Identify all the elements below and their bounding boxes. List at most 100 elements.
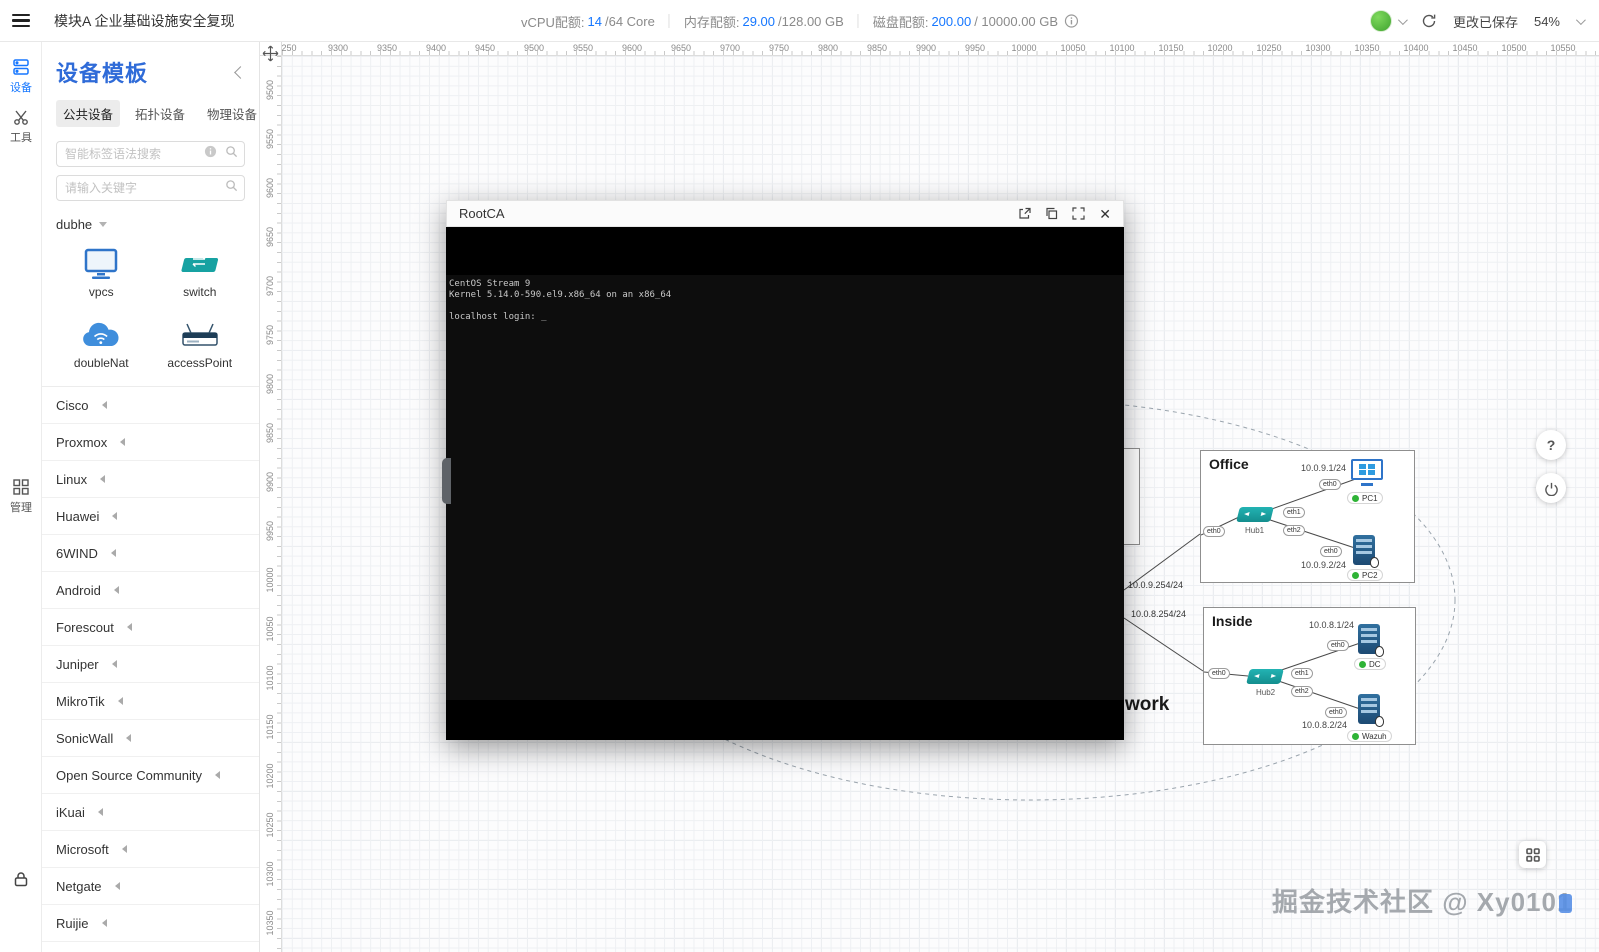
node-badge-wazuh[interactable]: Wazuh bbox=[1347, 730, 1392, 742]
device-group-dubhe[interactable]: dubhe bbox=[42, 213, 259, 236]
pc2-server-icon[interactable] bbox=[1353, 535, 1379, 568]
uplink-ip-label: 10.0.9.254/24 bbox=[1128, 580, 1184, 590]
collapsed-caret-icon bbox=[114, 882, 120, 890]
rail-label-devices: 设备 bbox=[10, 82, 32, 94]
device-group-linux[interactable]: Linux bbox=[42, 461, 259, 498]
tab-1[interactable]: 公共设备 bbox=[56, 100, 121, 127]
grid-icon bbox=[1525, 847, 1540, 862]
ruler-h-label: 9750 bbox=[768, 43, 790, 53]
fullscreen-icon[interactable] bbox=[1072, 207, 1085, 220]
info-icon[interactable] bbox=[1064, 14, 1078, 28]
ruler-h-label: 10550 bbox=[1550, 43, 1576, 53]
device-template-switch[interactable]: switch bbox=[151, 244, 250, 299]
device-group-open-source-community[interactable]: Open Source Community bbox=[42, 757, 259, 794]
ruler-h-label: 10250 bbox=[1256, 43, 1282, 53]
close-icon[interactable]: ✕ bbox=[1099, 207, 1111, 221]
collapsed-caret-icon bbox=[117, 697, 123, 705]
left-icon-rail: 设备 工具 管理 bbox=[0, 42, 42, 952]
rail-item-devices[interactable]: 设备 bbox=[0, 58, 42, 95]
device-group-juniper[interactable]: Juniper bbox=[42, 646, 259, 683]
user-avatar[interactable] bbox=[1369, 10, 1408, 32]
rail-item-manage[interactable]: 管理 bbox=[0, 478, 42, 515]
device-group-forescout[interactable]: Forescout bbox=[42, 609, 259, 646]
node-badge-pc1[interactable]: PC1 bbox=[1347, 492, 1383, 504]
node-badge-pc2[interactable]: PC2 bbox=[1347, 569, 1383, 581]
pc1-monitor-icon[interactable] bbox=[1351, 459, 1383, 486]
node-badge-dc[interactable]: DC bbox=[1354, 658, 1386, 670]
vcpu-quota-value: 14 bbox=[587, 13, 602, 29]
smart-search-box bbox=[56, 141, 245, 167]
wazuh-server-icon[interactable] bbox=[1358, 694, 1384, 727]
device-template-vpcs[interactable]: vpcs bbox=[52, 244, 151, 299]
minimap-button[interactable] bbox=[1519, 841, 1546, 868]
group-name: SonicWall bbox=[56, 730, 114, 746]
duplicate-icon[interactable] bbox=[1045, 207, 1058, 220]
device-group-ikuai[interactable]: iKuai bbox=[42, 794, 259, 831]
rail-item-lock[interactable] bbox=[0, 870, 42, 888]
chevron-down-icon bbox=[1397, 14, 1408, 25]
disk-quota-label: 磁盘配额: bbox=[872, 14, 929, 30]
device-group-android[interactable]: Android bbox=[42, 572, 259, 609]
ruler-h-label: 9600 bbox=[621, 43, 643, 53]
hub1-switch-icon[interactable] bbox=[1236, 507, 1274, 522]
avatar bbox=[1369, 10, 1392, 32]
office-zone-box[interactable]: Office 10.0.9.1/24 eth0 PC1 Hub1 eth1 et… bbox=[1200, 450, 1415, 583]
port-label: eth0 bbox=[1327, 640, 1349, 651]
hamburger-menu-icon[interactable] bbox=[0, 0, 42, 42]
tab-2[interactable]: 拓扑设备 bbox=[128, 100, 192, 127]
terminal-title-bar[interactable]: RootCA ✕ bbox=[446, 200, 1124, 227]
ruler-v-label: 9900 bbox=[265, 471, 275, 493]
keyword-search-input[interactable] bbox=[56, 175, 245, 201]
device-group-huawei[interactable]: Huawei bbox=[42, 498, 259, 535]
collapsed-caret-icon bbox=[101, 401, 107, 409]
device-group-microsoft[interactable]: Microsoft bbox=[42, 831, 259, 868]
search-icon[interactable] bbox=[225, 145, 238, 163]
dc-server-icon[interactable] bbox=[1358, 624, 1384, 657]
info-icon[interactable] bbox=[204, 145, 217, 163]
rail-item-tools[interactable]: 工具 bbox=[0, 108, 42, 145]
device-template-accessPoint[interactable]: accessPoint bbox=[151, 315, 250, 370]
inside-zone-box[interactable]: Inside 10.0.8.1/24 eth0 DC Hub2 eth0 eth… bbox=[1203, 607, 1416, 745]
linux-penguin-icon bbox=[1375, 716, 1384, 727]
move-tool-icon[interactable] bbox=[262, 45, 279, 67]
ruler-h-label: 10300 bbox=[1305, 43, 1331, 53]
device-template-doubleNat[interactable]: doubleNat bbox=[52, 315, 151, 370]
collapse-panel-icon[interactable] bbox=[234, 65, 247, 79]
ruler-h-label: 10100 bbox=[1109, 43, 1135, 53]
vcpu-quota-label: vCPU配额: bbox=[520, 14, 585, 30]
ruler-horizontal: 250 9300 9350 9400 9450 9500 9550 9600 9650 9700 9… bbox=[281, 42, 1599, 56]
ruler-v-label: 10000 bbox=[265, 567, 275, 593]
device-group-cisco[interactable]: Cisco bbox=[42, 387, 259, 424]
zoom-level[interactable]: 54% bbox=[1534, 14, 1560, 29]
ruler-h-label: 250 bbox=[281, 43, 297, 53]
tab-3[interactable]: 物理设备 bbox=[200, 100, 259, 127]
rail-label-tools: 工具 bbox=[10, 132, 32, 144]
drawer-handle[interactable] bbox=[442, 458, 451, 504]
port-label: eth0 bbox=[1203, 526, 1225, 537]
ruler-h-label: 9700 bbox=[719, 43, 741, 53]
terminal-screen[interactable]: CentOS Stream 9 Kernel 5.14.0-590.el9.x86… bbox=[446, 275, 1124, 700]
search-icon[interactable] bbox=[225, 179, 238, 197]
device-group-netgate[interactable]: Netgate bbox=[42, 868, 259, 905]
device-group-mikrotik[interactable]: MikroTik bbox=[42, 683, 259, 720]
ip-label: 10.0.9.2/24 bbox=[1301, 560, 1347, 570]
device-group-ruijie[interactable]: Ruijie bbox=[42, 905, 259, 942]
status-dot bbox=[1352, 732, 1359, 740]
power-button[interactable] bbox=[1536, 473, 1566, 503]
ruler-v-label: 10350 bbox=[265, 910, 275, 936]
device-group-6wind[interactable]: 6WIND bbox=[42, 535, 259, 572]
refresh-icon[interactable] bbox=[1421, 13, 1437, 29]
ruler-h-label: 10150 bbox=[1158, 43, 1184, 53]
open-external-icon[interactable] bbox=[1018, 207, 1031, 220]
collapsed-caret-icon bbox=[126, 623, 132, 631]
hub2-switch-icon[interactable] bbox=[1246, 669, 1284, 684]
device-group-sonicwall[interactable]: SonicWall bbox=[42, 720, 259, 757]
device-group-proxmox[interactable]: Proxmox bbox=[42, 424, 259, 461]
mem-quota-label: 内存配额: bbox=[683, 14, 740, 30]
ruler-h-label: 9650 bbox=[670, 43, 692, 53]
ruler-v-label: 10050 bbox=[265, 616, 275, 642]
ruler-v-label: 9750 bbox=[265, 324, 275, 346]
ruler-h-label: 10050 bbox=[1060, 43, 1086, 53]
chevron-down-icon[interactable] bbox=[1575, 14, 1586, 25]
help-button[interactable]: ? bbox=[1536, 430, 1566, 460]
